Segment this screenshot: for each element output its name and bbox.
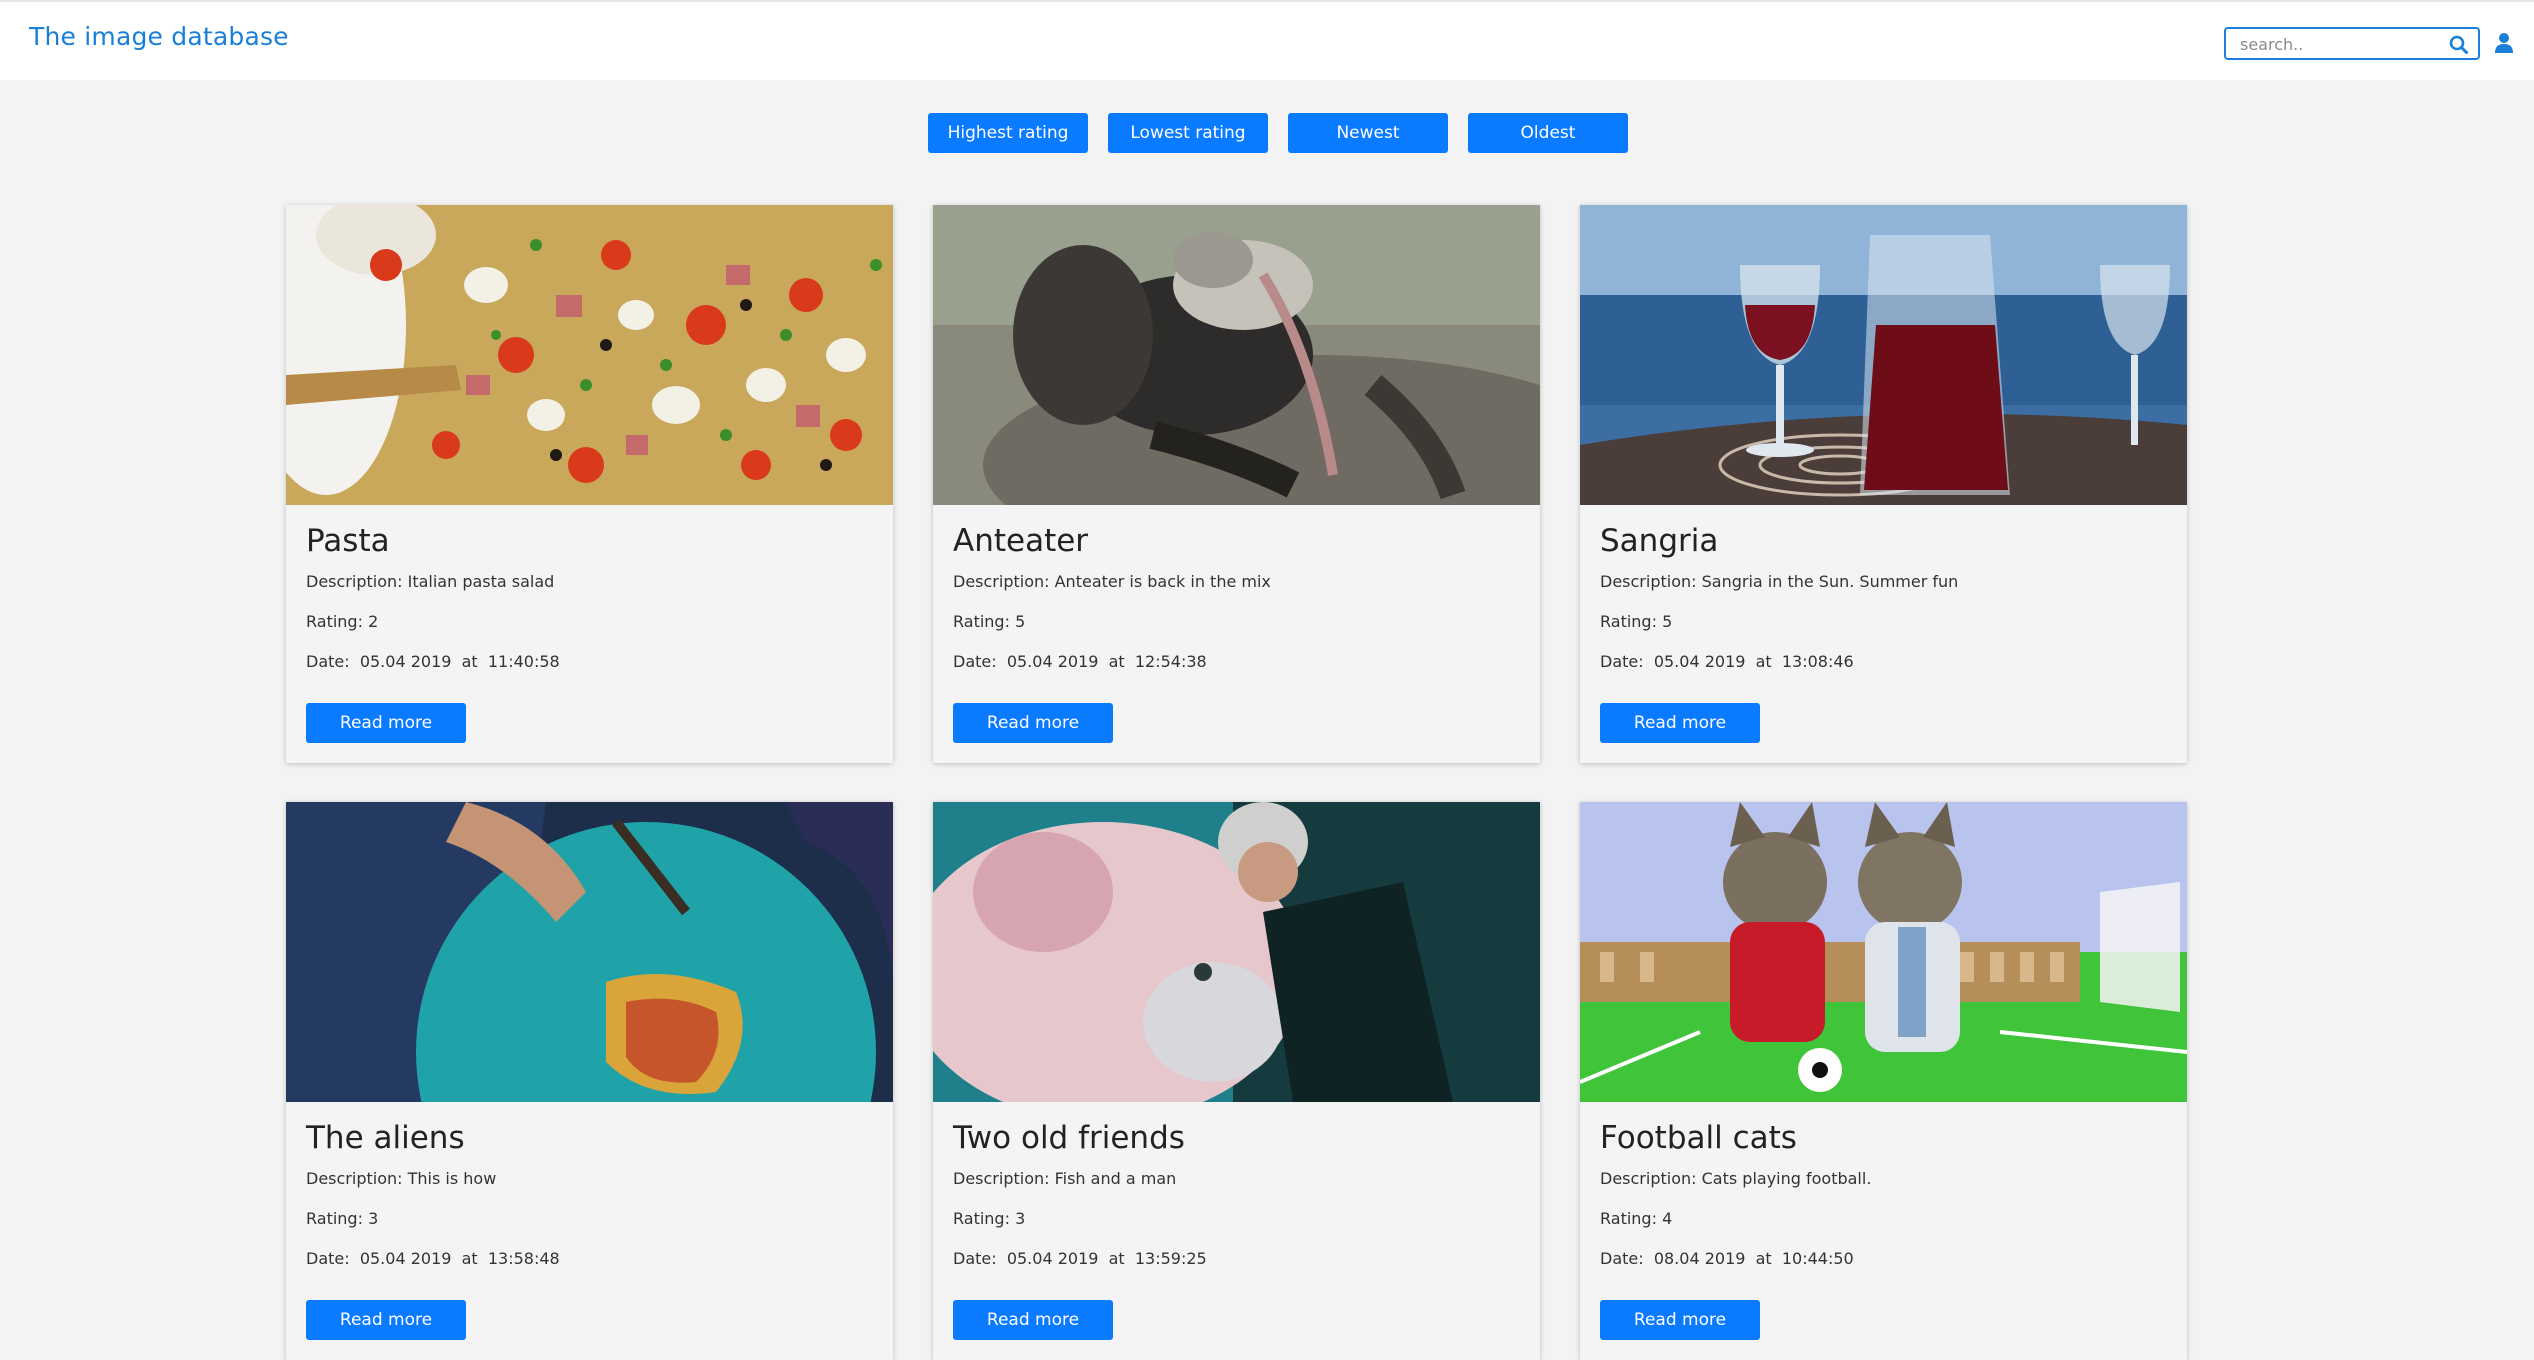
- card-date: Date: 05.04 2019 at 13:08:46: [1600, 652, 1854, 671]
- read-more-button[interactable]: Read more: [1600, 703, 1760, 743]
- card-rating: Rating: 3: [306, 1209, 379, 1228]
- card-title: The aliens: [306, 1120, 465, 1156]
- image-card: Two old friends Description: Fish and a …: [933, 802, 1540, 1360]
- card-title: Sangria: [1600, 523, 1719, 559]
- sort-newest-button[interactable]: Newest: [1288, 113, 1448, 153]
- sangria-image[interactable]: [1580, 205, 2187, 505]
- search-input[interactable]: [2240, 34, 2440, 54]
- sort-highest-rating-button[interactable]: Highest rating: [928, 113, 1088, 153]
- card-date: Date: 05.04 2019 at 12:54:38: [953, 652, 1207, 671]
- image-card: Football cats Description: Cats playing …: [1580, 802, 2187, 1360]
- sort-lowest-rating-button[interactable]: Lowest rating: [1108, 113, 1268, 153]
- card-rating: Rating: 4: [1600, 1209, 1673, 1228]
- card-title: Pasta: [306, 523, 390, 559]
- read-more-button[interactable]: Read more: [953, 703, 1113, 743]
- image-card: Pasta Description: Italian pasta salad R…: [286, 205, 893, 763]
- image-card: Sangria Description: Sangria in the Sun.…: [1580, 205, 2187, 763]
- image-card: Anteater Description: Anteater is back i…: [933, 205, 1540, 763]
- card-rating: Rating: 5: [953, 612, 1026, 631]
- card-date: Date: 08.04 2019 at 10:44:50: [1600, 1249, 1854, 1268]
- card-date: Date: 05.04 2019 at 11:40:58: [306, 652, 560, 671]
- sort-toolbar: Highest rating Lowest rating Newest Olde…: [0, 113, 2534, 153]
- read-more-button[interactable]: Read more: [306, 1300, 466, 1340]
- card-title: Football cats: [1600, 1120, 1797, 1156]
- card-date: Date: 05.04 2019 at 13:58:48: [306, 1249, 560, 1268]
- read-more-button[interactable]: Read more: [306, 703, 466, 743]
- card-description: Description: Cats playing football.: [1600, 1169, 1872, 1188]
- card-description: Description: Fish and a man: [953, 1169, 1177, 1188]
- card-description: Description: Anteater is back in the mix: [953, 572, 1271, 591]
- user-icon[interactable]: [2494, 32, 2514, 54]
- card-description: Description: Sangria in the Sun. Summer …: [1600, 572, 1959, 591]
- card-date: Date: 05.04 2019 at 13:59:25: [953, 1249, 1207, 1268]
- card-rating: Rating: 3: [953, 1209, 1026, 1228]
- globe-painting-image[interactable]: [286, 802, 893, 1282]
- read-more-button[interactable]: Read more: [1600, 1300, 1760, 1340]
- fish-and-diver-image[interactable]: [933, 802, 1540, 1122]
- search-icon[interactable]: [2448, 34, 2470, 56]
- card-title: Anteater: [953, 523, 1089, 559]
- card-description: Description: Italian pasta salad: [306, 572, 555, 591]
- sort-oldest-button[interactable]: Oldest: [1468, 113, 1628, 153]
- search-box: [2224, 27, 2480, 60]
- image-card: The aliens Description: This is how Rati…: [286, 802, 893, 1360]
- card-description: Description: This is how: [306, 1169, 497, 1188]
- anteater-image[interactable]: [933, 205, 1540, 575]
- card-title: Two old friends: [953, 1120, 1185, 1156]
- read-more-button[interactable]: Read more: [953, 1300, 1113, 1340]
- card-rating: Rating: 5: [1600, 612, 1673, 631]
- pasta-salad-image[interactable]: [286, 205, 893, 505]
- top-navbar: The image database: [0, 0, 2534, 80]
- football-cats-image[interactable]: [1580, 802, 2187, 1102]
- card-rating: Rating: 2: [306, 612, 379, 631]
- brand-link[interactable]: The image database: [29, 22, 289, 51]
